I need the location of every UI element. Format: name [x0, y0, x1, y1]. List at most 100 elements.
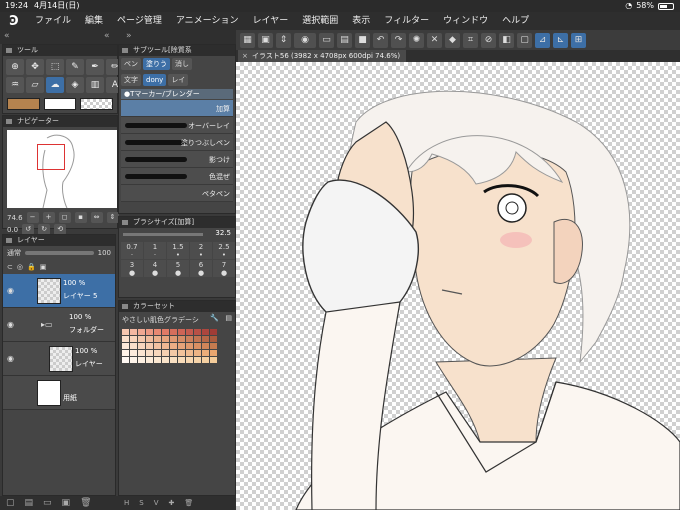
color-swatch[interactable] — [154, 350, 161, 356]
color-swatch[interactable] — [154, 336, 161, 342]
opacity-value[interactable]: 100 — [98, 249, 111, 257]
size-preset[interactable]: 4 ● — [144, 260, 166, 277]
gradient-tool-icon[interactable]: ▥ — [86, 77, 104, 93]
clear-icon[interactable]: ✕ — [427, 32, 442, 48]
color-swatch[interactable] — [162, 357, 169, 363]
rotate-stepper-icon[interactable]: ⇕ — [276, 32, 291, 48]
menu-selection[interactable]: 選択範囲 — [295, 12, 345, 30]
navigator-preview[interactable] — [7, 130, 117, 209]
color-swatch[interactable] — [194, 350, 201, 356]
color-swatch[interactable] — [186, 343, 193, 349]
selection-icon[interactable]: ▢ — [517, 32, 532, 48]
color-swatch[interactable] — [138, 350, 145, 356]
color-swatch[interactable] — [170, 336, 177, 342]
size-preset[interactable]: 6 ● — [190, 260, 212, 277]
pen-tool-icon[interactable]: ✒ — [86, 59, 104, 75]
lock-icon[interactable]: 🔒 — [27, 263, 36, 271]
subtool-tab-paint[interactable]: 塗りう — [143, 58, 170, 70]
color-swatch[interactable] — [146, 357, 153, 363]
color-swatch[interactable] — [202, 329, 209, 335]
add-color-icon[interactable]: ✚ — [169, 499, 175, 507]
color-swatch[interactable] — [194, 329, 201, 335]
menu-window[interactable]: ウィンドウ — [436, 12, 495, 30]
drawing-canvas[interactable] — [236, 62, 680, 510]
new-vector-layer-icon[interactable]: ▤ — [25, 498, 34, 508]
wrench-icon[interactable]: 🔧 — [210, 314, 219, 322]
ruler-icon[interactable]: ⊿ — [535, 32, 550, 48]
color-swatch[interactable] — [186, 329, 193, 335]
color-swatch[interactable] — [178, 357, 185, 363]
brush-size-slider[interactable] — [123, 233, 203, 236]
color-swatch[interactable] — [194, 336, 201, 342]
flip-v-icon[interactable]: ⇕ — [106, 212, 119, 223]
color-swatch[interactable] — [130, 336, 137, 342]
brush-item[interactable]: 色混ぜ — [121, 168, 233, 185]
snap-icon[interactable]: ⊾ — [553, 32, 568, 48]
visibility-eye-icon[interactable]: ◉ — [7, 354, 14, 363]
zoom-out-icon[interactable]: − — [26, 212, 39, 223]
blend-tool-icon[interactable]: ☁ — [46, 77, 64, 93]
move-tool-icon[interactable]: ✥ — [26, 59, 44, 75]
color-swatch[interactable] — [202, 336, 209, 342]
size-preset[interactable]: 2 • — [190, 242, 212, 259]
v-icon[interactable]: V — [154, 499, 159, 507]
document-tab[interactable]: イラスト56 (3982 x 4708px 600dpi 74.6%) — [238, 50, 407, 62]
brush-item[interactable]: 加算 — [121, 100, 233, 117]
flip-h-icon[interactable]: ⇔ — [90, 212, 103, 223]
transparent-color-swatch[interactable] — [80, 98, 114, 110]
subtool-tab-custom[interactable]: dony — [143, 74, 167, 86]
color-swatch[interactable] — [210, 343, 217, 349]
opacity-slider[interactable] — [25, 251, 94, 255]
size-preset[interactable]: 5 ● — [167, 260, 189, 277]
undo-icon[interactable]: ↶ — [373, 32, 388, 48]
delete-color-icon[interactable]: 🗑 — [184, 499, 193, 507]
eraser-tool-icon[interactable]: ▱ — [26, 77, 44, 93]
delete-layer-icon[interactable]: 🗑 — [80, 498, 91, 508]
color-swatch[interactable] — [146, 350, 153, 356]
zoom-tool-icon[interactable]: ⊕ — [6, 59, 24, 75]
subtool-tab-pen[interactable]: ペン — [121, 58, 141, 70]
layer-row[interactable]: ◉ 100 % レイヤー — [3, 342, 115, 376]
color-swatch[interactable] — [154, 329, 161, 335]
collapse-left-icon[interactable]: « — [4, 31, 10, 41]
subtool-tab-text[interactable]: 文字 — [121, 74, 141, 86]
fill-tool-icon[interactable]: ◈ — [66, 77, 84, 93]
color-swatch[interactable] — [154, 357, 161, 363]
color-swatch[interactable] — [138, 357, 145, 363]
invert-icon[interactable]: ◧ — [499, 32, 514, 48]
transform-icon[interactable]: ⌗ — [463, 32, 478, 48]
fit-icon[interactable]: ◻ — [58, 212, 71, 223]
brush-item[interactable]: オーバーレイ — [121, 117, 233, 134]
color-swatch[interactable] — [202, 343, 209, 349]
layer-row[interactable]: ◉ ▸▭ 100 % フォルダー — [3, 308, 115, 342]
deselect-icon[interactable]: ⊘ — [481, 32, 496, 48]
color-swatch[interactable] — [170, 329, 177, 335]
color-swatch[interactable] — [186, 357, 193, 363]
open-file-icon[interactable]: ▤ — [337, 32, 352, 48]
color-swatch[interactable] — [202, 357, 209, 363]
menu-file[interactable]: ファイル — [28, 12, 78, 30]
navigator-view-frame[interactable] — [37, 144, 65, 170]
color-swatch[interactable] — [162, 350, 169, 356]
color-swatch[interactable] — [146, 329, 153, 335]
color-swatch[interactable] — [162, 336, 169, 342]
loading-icon[interactable]: ✺ — [409, 32, 424, 48]
eyedropper-icon[interactable]: ✎ — [66, 59, 84, 75]
brush-item[interactable]: 影つけ — [121, 151, 233, 168]
blend-mode-select[interactable]: 通常 — [7, 248, 21, 258]
redo-icon[interactable]: ↷ — [391, 32, 406, 48]
canvas-icon[interactable]: ▣ — [258, 32, 273, 48]
size-preset[interactable]: 0.7 · — [121, 242, 143, 259]
color-swatch[interactable] — [210, 329, 217, 335]
color-swatch[interactable] — [194, 357, 201, 363]
color-swatch[interactable] — [130, 357, 137, 363]
visibility-eye-icon[interactable]: ◉ — [7, 286, 14, 295]
color-swatch[interactable] — [194, 343, 201, 349]
color-swatch[interactable] — [186, 350, 193, 356]
color-set-select[interactable]: やさしい肌色グラデーシ — [122, 315, 199, 325]
merge-layer-icon[interactable]: ▣ — [62, 498, 71, 508]
menu-view[interactable]: 表示 — [345, 12, 377, 30]
sub-color-swatch[interactable] — [43, 98, 77, 110]
clip-icon[interactable]: ⊂ — [7, 263, 13, 271]
brush-tool-icon[interactable]: ♒ — [6, 77, 24, 93]
